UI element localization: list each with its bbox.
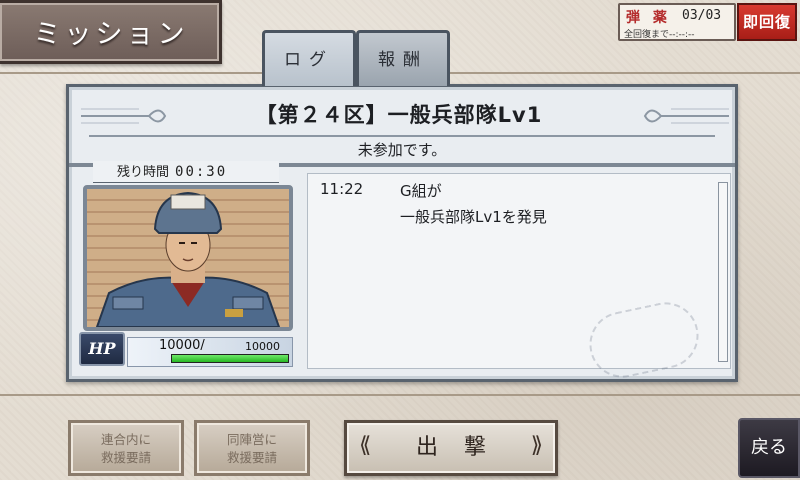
- timer-label: 残り時間: [117, 165, 170, 180]
- rescue-alliance-line2: 救援要請: [100, 450, 151, 465]
- rescue-camp-button[interactable]: 同陣営に 救援要請: [194, 420, 310, 476]
- hp-max: 10000: [245, 340, 280, 353]
- log-text-line1: G組が: [400, 182, 442, 200]
- name-divider: [89, 135, 715, 137]
- log-time: 11:22: [320, 180, 364, 198]
- double-chevron-right-icon: ⟫: [530, 433, 543, 458]
- page-title: ミッション: [33, 19, 189, 50]
- hp-badge: HP: [79, 332, 125, 366]
- rescue-alliance-button[interactable]: 連合内に 救援要請: [68, 420, 184, 476]
- mission-name: 【第２４区】一般兵部隊Lv1: [255, 103, 543, 127]
- log-scrollbar[interactable]: [718, 182, 728, 362]
- enemy-portrait: [83, 185, 293, 331]
- timer-value: 00:30: [175, 164, 228, 180]
- bottom-divider: [0, 394, 800, 396]
- mission-panel: 【第２４区】一般兵部隊Lv1 未参加です。 残り時間 00:30 HP 10000…: [66, 84, 738, 384]
- rescue-alliance-line1: 連合内に: [100, 432, 151, 447]
- tab-log-label: ログ: [284, 50, 334, 70]
- ammo-label: 弾 薬: [626, 10, 671, 26]
- instant-recover-button[interactable]: 即回復: [737, 3, 797, 41]
- log-text-line2: 一般兵部隊Lv1を発見: [400, 208, 547, 226]
- hp-current: 10000/: [159, 338, 205, 353]
- title-plate: ミッション: [0, 0, 222, 64]
- sortie-label: 出撃: [415, 435, 512, 460]
- sortie-button[interactable]: ⟪ 出撃 ⟫: [344, 420, 558, 476]
- rescue-camp-line1: 同陣営に: [226, 432, 277, 447]
- soldier-portrait-icon: [95, 191, 281, 327]
- tab-log[interactable]: ログ: [262, 30, 356, 86]
- tab-reward[interactable]: 報酬: [356, 30, 450, 86]
- hp-gauge: [171, 354, 289, 363]
- tab-reward-label: 報酬: [378, 50, 428, 70]
- ammo-panel: 弾 薬 03/03 全回復まで--:--:--: [618, 3, 736, 41]
- hp-gauge-fill: [172, 355, 288, 362]
- ammo-recover-timer: 全回復まで--:--:--: [624, 30, 695, 40]
- back-button[interactable]: 戻る: [738, 418, 800, 478]
- ammo-count: 03/03: [682, 8, 722, 23]
- rescue-camp-line2: 救援要請: [226, 450, 277, 465]
- participation-status: 未参加です。: [357, 141, 447, 159]
- left-ornament-icon: [81, 108, 167, 124]
- remaining-time: 残り時間 00:30: [93, 161, 279, 183]
- right-ornament-icon: [643, 108, 729, 124]
